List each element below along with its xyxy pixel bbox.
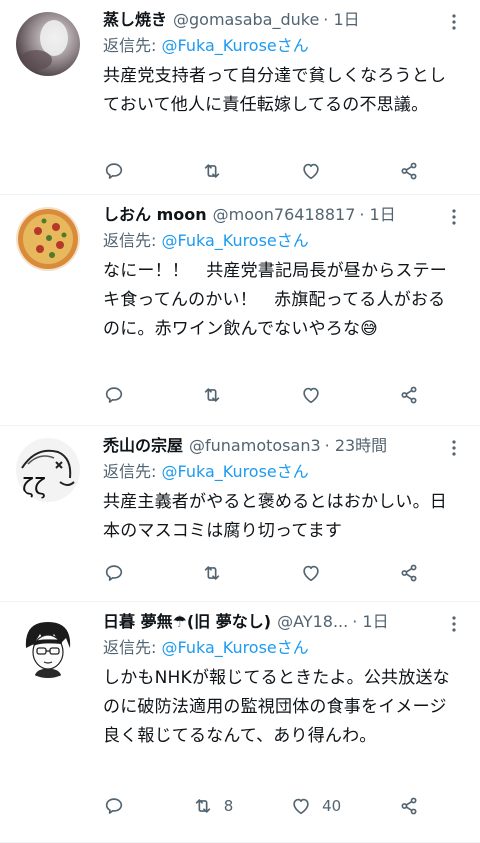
retweet-icon [205, 388, 220, 402]
reply-icon [105, 565, 123, 581]
share-icon [401, 797, 417, 815]
reply-button[interactable] [103, 562, 135, 584]
retweet-icon [195, 799, 211, 813]
avatar[interactable] [16, 207, 80, 271]
heart-icon [302, 163, 319, 180]
action-bar [103, 160, 420, 182]
retweet-icon [205, 566, 220, 580]
share-button[interactable] [398, 384, 420, 406]
reply-prefix: 返信先: [103, 638, 162, 657]
tweet[interactable]: ζζ 禿山の宗屋 @funamotosan3 · 23時間 返信先: @Fuka… [0, 426, 480, 602]
user-handle[interactable]: @moon76418817 [213, 203, 356, 227]
reply-to-link[interactable]: @Fuka_Kuroseさん [161, 638, 308, 657]
retweet-icon [205, 164, 220, 178]
reply-button[interactable] [103, 384, 135, 406]
tweet[interactable]: 蒸し焼き @gomasaba_duke · 1日 返信先: @Fuka_Kuro… [0, 0, 480, 195]
svg-text:ζζ: ζζ [22, 475, 46, 500]
tweet-text: なにー！！ 共産党書記局長が昼からステーキ食ってんのかい！ 赤旗配ってる人がおる… [103, 261, 447, 339]
reply-to-link[interactable]: @Fuka_Kuroseさん [161, 231, 308, 250]
retweet-button[interactable] [201, 384, 233, 406]
reply-icon [105, 798, 123, 814]
retweet-count: 8 [223, 797, 234, 815]
share-icon [401, 162, 417, 180]
display-name[interactable]: しおん moon [103, 203, 207, 227]
heart-icon [302, 387, 319, 404]
avatar[interactable]: ζζ [16, 438, 80, 502]
reply-context: 返信先: @Fuka_Kuroseさん [103, 229, 460, 253]
user-handle[interactable]: @AY18... [277, 610, 348, 634]
timestamp[interactable]: · 1日 [352, 610, 388, 634]
share-button[interactable] [398, 160, 420, 182]
reply-button[interactable] [103, 160, 135, 182]
reply-icon [105, 387, 123, 403]
like-count: 40 [322, 797, 342, 815]
display-name[interactable]: 禿山の宗屋 [103, 434, 183, 458]
avatar[interactable] [16, 614, 80, 678]
reply-prefix: 返信先: [103, 231, 162, 250]
reply-button[interactable] [103, 795, 135, 817]
heart-icon [293, 798, 309, 815]
action-bar: 8 40 [103, 795, 420, 817]
avatar[interactable] [16, 12, 80, 76]
share-icon [401, 386, 417, 404]
share-button[interactable] [398, 795, 420, 817]
like-button[interactable] [300, 384, 332, 406]
reply-to-link[interactable]: @Fuka_Kuroseさん [161, 462, 308, 481]
tweet-text: しかもNHKが報じてるときたよ。公共放送なのに破防法適用の監視団体の食事をイメー… [103, 668, 450, 746]
share-icon [401, 564, 417, 582]
timestamp[interactable]: · 1日 [323, 8, 359, 32]
share-button[interactable] [398, 562, 420, 584]
reply-context: 返信先: @Fuka_Kuroseさん [103, 460, 460, 484]
reply-context: 返信先: @Fuka_Kuroseさん [103, 34, 460, 58]
retweet-button[interactable] [201, 160, 233, 182]
reply-context: 返信先: @Fuka_Kuroseさん [103, 636, 460, 660]
display-name[interactable]: 日暮 夢無☂(旧 夢なし) [103, 610, 271, 634]
user-handle[interactable]: @funamotosan3 [189, 434, 321, 458]
tweet[interactable]: 日暮 夢無☂(旧 夢なし) @AY18... · 1日 返信先: @Fuka_K… [0, 602, 480, 843]
retweet-button[interactable] [201, 562, 233, 584]
action-bar [103, 384, 420, 406]
retweet-button[interactable]: 8 [192, 795, 234, 817]
reply-prefix: 返信先: [103, 462, 162, 481]
like-button[interactable]: 40 [290, 795, 341, 817]
tweet[interactable]: しおん moon @moon76418817 · 1日 返信先: @Fuka_K… [0, 195, 480, 426]
timestamp[interactable]: · 23時間 [325, 434, 388, 458]
reply-prefix: 返信先: [103, 36, 162, 55]
heart-icon [302, 565, 319, 582]
display-name[interactable]: 蒸し焼き [103, 8, 167, 32]
tweet-text: 共産党支持者って自分達で貧しくなろうとしておいて他人に責任転嫁してるの不思議。 [103, 66, 447, 115]
user-handle[interactable]: @gomasaba_duke [173, 8, 319, 32]
tweet-text: 共産主義者がやると褒めるとはおかしい。日本のマスコミは腐り切ってます [103, 492, 447, 541]
like-button[interactable] [300, 160, 332, 182]
reply-to-link[interactable]: @Fuka_Kuroseさん [161, 36, 308, 55]
action-bar [103, 562, 420, 584]
like-button[interactable] [300, 562, 332, 584]
reply-icon [105, 163, 123, 179]
timestamp[interactable]: · 1日 [359, 203, 395, 227]
